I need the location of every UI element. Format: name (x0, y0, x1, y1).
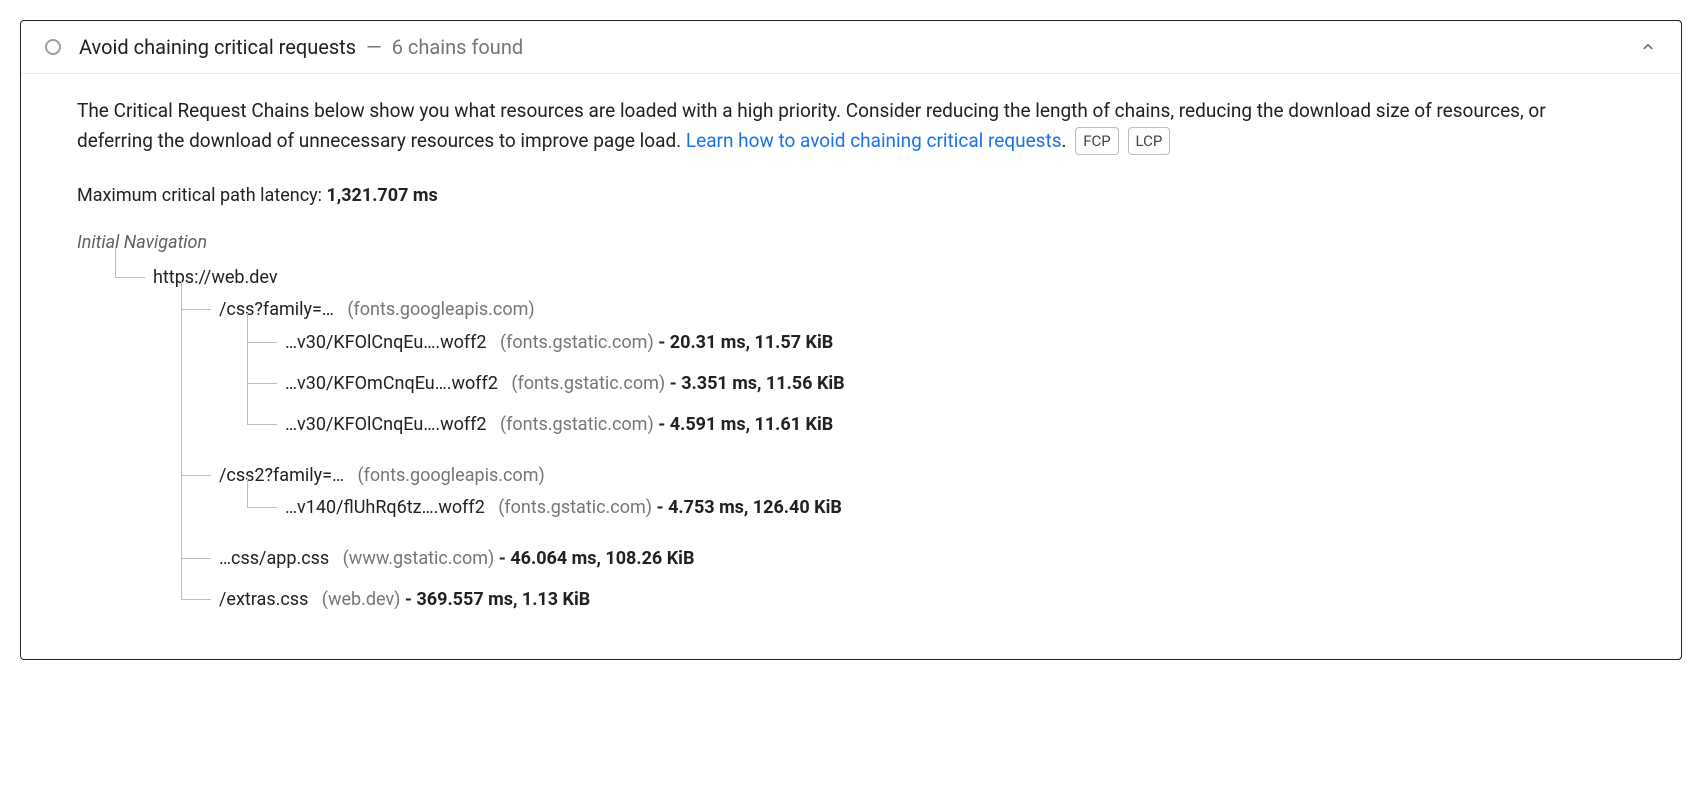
audit-body: The Critical Request Chains below show y… (21, 74, 1681, 659)
request-host: (www.gstatic.com) (343, 548, 495, 569)
request-path: /css2?family=… (219, 465, 344, 486)
separator: — (366, 35, 382, 59)
audit-description: The Critical Request Chains below show y… (77, 96, 1625, 157)
request-path: /css?family=… (219, 299, 334, 320)
request-stats: - 4.591 ms, 11.61 KiB (658, 414, 833, 435)
audit-title: Avoid chaining critical requests (79, 35, 356, 59)
request-host: (fonts.gstatic.com) (511, 373, 665, 394)
tree-node: …v30/KFOlCnqEu….woff2 (fonts.gstatic.com… (247, 322, 1625, 363)
metric-tag-lcp: LCP (1128, 127, 1171, 155)
request-path: …v30/KFOlCnqEu….woff2 (285, 332, 487, 353)
request-host: (fonts.gstatic.com) (500, 332, 654, 353)
request-path: https://web.dev (153, 267, 278, 288)
audit-header[interactable]: Avoid chaining critical requests — 6 cha… (21, 21, 1681, 74)
tree-node-root: https://web.dev /css?family=… (fonts.goo… (115, 257, 1625, 630)
tree-node: /extras.css (web.dev) - 369.557 ms, 1.13… (181, 579, 1625, 620)
tree-node: /css2?family=… (fonts.googleapis.com) …v… (181, 455, 1625, 538)
request-chain-tree: https://web.dev /css?family=… (fonts.goo… (77, 257, 1625, 630)
latency-label: Maximum critical path latency: (77, 185, 326, 206)
tree-node: …css/app.css (www.gstatic.com) - 46.064 … (181, 538, 1625, 579)
tree-node: /css?family=… (fonts.googleapis.com) …v3… (181, 289, 1625, 455)
request-host: (fonts.gstatic.com) (498, 497, 652, 518)
latency-summary: Maximum critical path latency: 1,321.707… (77, 185, 1625, 206)
request-stats: - 4.753 ms, 126.40 KiB (657, 497, 842, 518)
request-path: /extras.css (219, 589, 308, 610)
request-stats: - 3.351 ms, 11.56 KiB (670, 373, 845, 394)
request-host: (fonts.googleapis.com) (347, 299, 534, 320)
request-path: …v30/KFOmCnqEu….woff2 (285, 373, 498, 394)
request-stats: - 20.31 ms, 11.57 KiB (658, 332, 833, 353)
initial-navigation-label: Initial Navigation (77, 232, 1625, 253)
latency-value: 1,321.707 ms (326, 185, 437, 206)
request-path: …v140/flUhRq6tz….woff2 (285, 497, 485, 518)
request-stats: - 46.064 ms, 108.26 KiB (499, 548, 695, 569)
tree-node: …v30/KFOlCnqEu….woff2 (fonts.gstatic.com… (247, 404, 1625, 445)
request-stats: - 369.557 ms, 1.13 KiB (405, 589, 590, 610)
tree-node: …v140/flUhRq6tz….woff2 (fonts.gstatic.co… (247, 487, 1625, 528)
audit-summary: 6 chains found (392, 35, 523, 59)
request-host: (fonts.googleapis.com) (357, 465, 544, 486)
request-path: …css/app.css (219, 548, 329, 569)
chevron-up-icon[interactable] (1639, 38, 1657, 56)
learn-more-link[interactable]: Learn how to avoid chaining critical req… (686, 129, 1062, 152)
tree-node: …v30/KFOmCnqEu….woff2 (fonts.gstatic.com… (247, 363, 1625, 404)
status-circle-icon (45, 39, 61, 55)
metric-tag-fcp: FCP (1075, 127, 1119, 155)
audit-card: Avoid chaining critical requests — 6 cha… (20, 20, 1682, 660)
request-host: (web.dev) (322, 589, 401, 610)
request-host: (fonts.gstatic.com) (500, 414, 654, 435)
request-path: …v30/KFOlCnqEu….woff2 (285, 414, 487, 435)
